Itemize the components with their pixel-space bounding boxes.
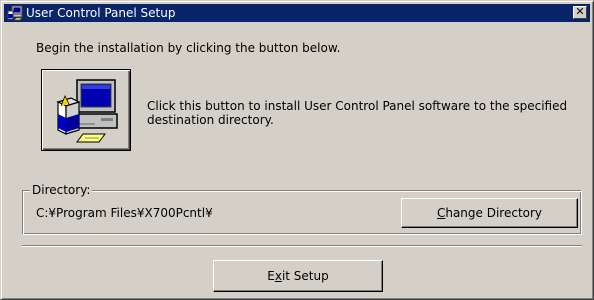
close-button[interactable]: ✕ (573, 6, 587, 19)
install-computer-icon (56, 79, 118, 143)
setup-window: User Control Panel Setup ✕ Begin the ins… (0, 0, 594, 300)
install-description-line1: Click this button to install User Contro… (147, 99, 568, 113)
exit-setup-label-start: E (267, 269, 275, 283)
exit-setup-button[interactable]: Exit Setup (213, 260, 383, 292)
title-bar[interactable]: User Control Panel Setup ✕ (4, 4, 590, 22)
close-icon: ✕ (575, 5, 585, 18)
exit-setup-mnemonic: x (274, 269, 282, 283)
directory-group-label: Directory: (30, 183, 93, 197)
install-description-line2: destination directory. (147, 113, 274, 127)
change-directory-label: hange Directory (445, 206, 543, 220)
install-button[interactable] (41, 69, 131, 151)
setup-app-icon (7, 5, 23, 21)
window-title: User Control Panel Setup (26, 6, 176, 20)
intro-text: Begin the installation by clicking the b… (36, 41, 341, 55)
exit-setup-label-rest: it Setup (281, 269, 329, 283)
change-directory-button[interactable]: Change Directory (401, 198, 578, 228)
separator (22, 245, 582, 247)
directory-path: C:¥Program Files¥X700Pcntl¥ (36, 206, 213, 220)
